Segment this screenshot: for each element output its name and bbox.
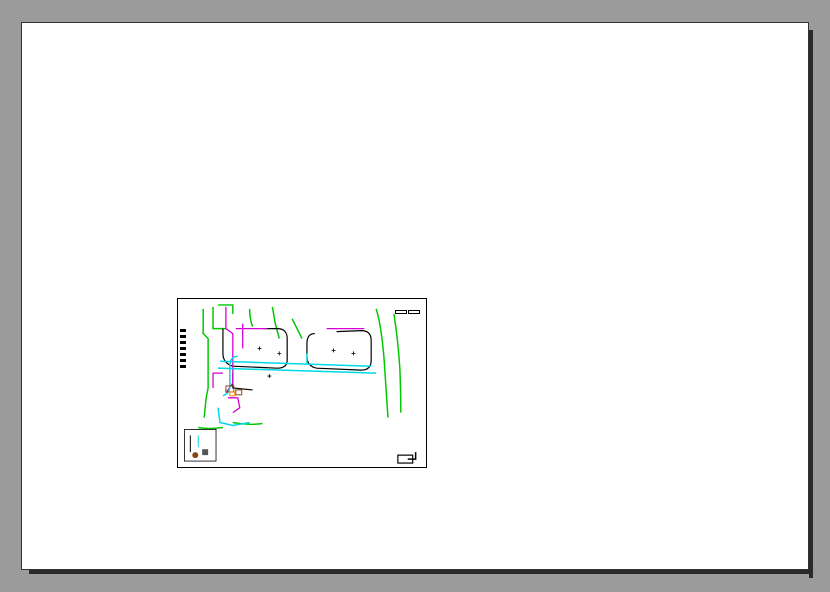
cad-drawing-thumbnail bbox=[177, 298, 427, 468]
scale-bar bbox=[180, 329, 186, 379]
legend-box bbox=[184, 429, 216, 461]
page-shadow-right bbox=[809, 30, 813, 578]
document-page bbox=[21, 22, 809, 570]
title-block-top bbox=[394, 301, 422, 307]
page-shadow-bottom bbox=[29, 570, 813, 574]
cad-drawing-svg bbox=[178, 299, 426, 467]
document-page-container bbox=[21, 22, 809, 570]
